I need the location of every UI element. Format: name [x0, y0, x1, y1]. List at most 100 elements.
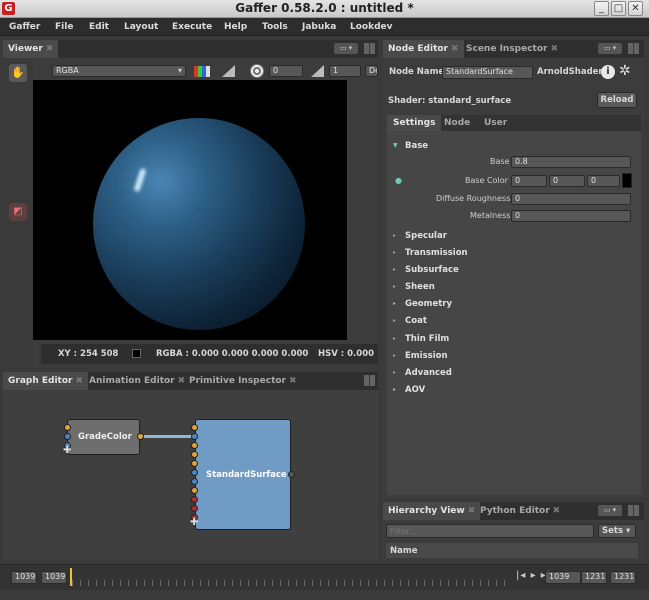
surface-input-plug[interactable] [191, 478, 198, 485]
surface-input-plug[interactable] [191, 469, 198, 476]
surface-output-plug[interactable] [288, 471, 295, 478]
menu-file[interactable]: File [55, 22, 73, 32]
sets-dropdown[interactable]: Sets ▾ [598, 524, 636, 538]
playback-end-field[interactable]: 1231 [581, 571, 607, 584]
tab-scene-inspector[interactable]: Scene Inspector ✖ [461, 40, 563, 58]
grid-layout-icon[interactable] [364, 43, 375, 54]
surface-input-plug[interactable] [191, 487, 198, 494]
expand-sheen-icon[interactable]: ▸ [393, 283, 396, 290]
close-tab-icon[interactable]: ✖ [451, 44, 459, 54]
info-icon[interactable]: i [601, 65, 615, 79]
menu-help[interactable]: Help [224, 22, 247, 32]
base-color-g-field[interactable]: 0 [549, 175, 585, 187]
reload-button[interactable]: Reload [597, 92, 637, 108]
name-column-header[interactable]: Name [390, 546, 417, 556]
crop-tool-icon[interactable]: ◩ [9, 203, 27, 221]
base-color-swatch[interactable] [622, 173, 632, 188]
surface-input-plug[interactable] [191, 505, 198, 512]
close-tab-icon[interactable]: ✖ [553, 506, 561, 516]
close-button[interactable]: ✕ [628, 1, 643, 16]
base-color-b-field[interactable]: 0 [587, 175, 620, 187]
menu-gaffer[interactable]: Gaffer [9, 22, 40, 32]
end-frame-field[interactable]: 1231 [610, 571, 636, 584]
hierarchy-filter-input[interactable] [386, 524, 594, 538]
menu-lookdev[interactable]: Lookdev [350, 22, 393, 32]
grid-layout-icon[interactable] [628, 505, 639, 516]
surface-input-plug[interactable] [191, 460, 198, 467]
display-transform-select[interactable]: De [365, 65, 378, 77]
menu-layout[interactable]: Layout [124, 22, 158, 32]
menu-execute[interactable]: Execute [172, 22, 212, 32]
add-plug-icon[interactable]: ✚ [63, 445, 71, 456]
surface-input-plug[interactable] [191, 451, 198, 458]
grid-layout-icon[interactable] [628, 43, 639, 54]
expand-transmission-icon[interactable]: ▸ [393, 249, 396, 256]
node-name-field[interactable]: StandardSurface [442, 66, 533, 79]
section-aov[interactable]: AOV [405, 385, 425, 395]
menu-jabuka[interactable]: Jabuka [302, 22, 336, 32]
expand-subsurface-icon[interactable]: ▸ [393, 266, 396, 273]
tab-node[interactable]: Node [439, 115, 475, 131]
section-advanced[interactable]: Advanced [405, 368, 452, 378]
section-thin-film[interactable]: Thin Film [405, 334, 449, 344]
expand-specular-icon[interactable]: ▸ [393, 232, 396, 239]
base-field[interactable]: 0.8 [511, 156, 631, 168]
exposure-field[interactable]: 0 [269, 65, 303, 77]
layout-menu-button[interactable]: ▭ ▾ [598, 43, 622, 54]
close-tab-icon[interactable]: ✖ [46, 44, 54, 54]
tab-node-editor[interactable]: Node Editor ✖ [383, 40, 464, 58]
section-coat[interactable]: Coat [405, 316, 427, 326]
color-channels-icon[interactable] [194, 66, 210, 77]
playhead[interactable] [70, 568, 72, 586]
tab-hierarchy-view[interactable]: Hierarchy View ✖ [383, 502, 481, 520]
gradecolor-node[interactable]: GradeColor [67, 419, 140, 455]
close-tab-icon[interactable]: ✖ [75, 376, 83, 386]
section-specular[interactable]: Specular [405, 231, 447, 241]
expand-emission-icon[interactable]: ▸ [393, 352, 396, 359]
gradecolor-output-plug[interactable] [137, 433, 144, 440]
start-frame-field[interactable]: 1039 [11, 571, 37, 584]
tab-animation-editor[interactable]: Animation Editor ✖ [84, 372, 190, 390]
expand-thin-film-icon[interactable]: ▸ [393, 335, 396, 342]
frame-ruler[interactable] [72, 569, 512, 586]
hand-tool-icon[interactable]: ✋ [9, 64, 27, 82]
tab-settings[interactable]: Settings [387, 115, 442, 131]
surface-input-plug[interactable] [191, 424, 198, 431]
section-geometry[interactable]: Geometry [405, 299, 452, 309]
section-base[interactable]: Base [405, 141, 428, 151]
metalness-field[interactable]: 0 [511, 210, 631, 222]
expand-base-icon[interactable]: ▼ [393, 142, 398, 149]
gradecolor-input-plug[interactable] [64, 433, 71, 440]
add-plug-icon[interactable]: ✚ [190, 517, 198, 528]
close-tab-icon[interactable]: ✖ [289, 376, 297, 386]
base-color-r-field[interactable]: 0 [511, 175, 547, 187]
channel-select[interactable]: RGBA ▾ [52, 65, 186, 77]
grid-layout-icon[interactable] [364, 375, 375, 386]
tab-graph-editor[interactable]: Graph Editor ✖ [3, 372, 89, 390]
expand-aov-icon[interactable]: ▸ [393, 386, 396, 393]
viewer-image[interactable] [33, 80, 347, 340]
tab-python-editor[interactable]: Python Editor ✖ [475, 502, 565, 520]
aperture-icon[interactable] [250, 64, 264, 78]
menu-edit[interactable]: Edit [89, 22, 109, 32]
gear-icon[interactable]: ✲ [619, 63, 631, 79]
surface-input-plug[interactable] [191, 496, 198, 503]
layout-menu-button[interactable]: ▭ ▾ [334, 43, 358, 54]
gradecolor-input-plug[interactable] [64, 424, 71, 431]
section-transmission[interactable]: Transmission [405, 248, 468, 258]
tab-viewer[interactable]: Viewer ✖ [3, 40, 59, 58]
tab-primitive-inspector[interactable]: Primitive Inspector ✖ [184, 372, 302, 390]
layout-menu-button[interactable]: ▭ ▾ [598, 505, 622, 516]
standardsurface-node[interactable]: StandardSurface [195, 419, 291, 530]
expand-advanced-icon[interactable]: ▸ [393, 369, 396, 376]
expand-geometry-icon[interactable]: ▸ [393, 300, 396, 307]
section-emission[interactable]: Emission [405, 351, 448, 361]
maximize-button[interactable]: □ [611, 1, 626, 16]
gamma-field[interactable]: 1 [329, 65, 361, 77]
minimize-button[interactable]: _ [594, 1, 609, 16]
diffuse-roughness-field[interactable]: 0 [511, 193, 631, 205]
surface-input-plug[interactable] [191, 442, 198, 449]
close-tab-icon[interactable]: ✖ [550, 44, 558, 54]
menu-tools[interactable]: Tools [262, 22, 288, 32]
current-frame-field[interactable]: 1039 [545, 571, 581, 584]
